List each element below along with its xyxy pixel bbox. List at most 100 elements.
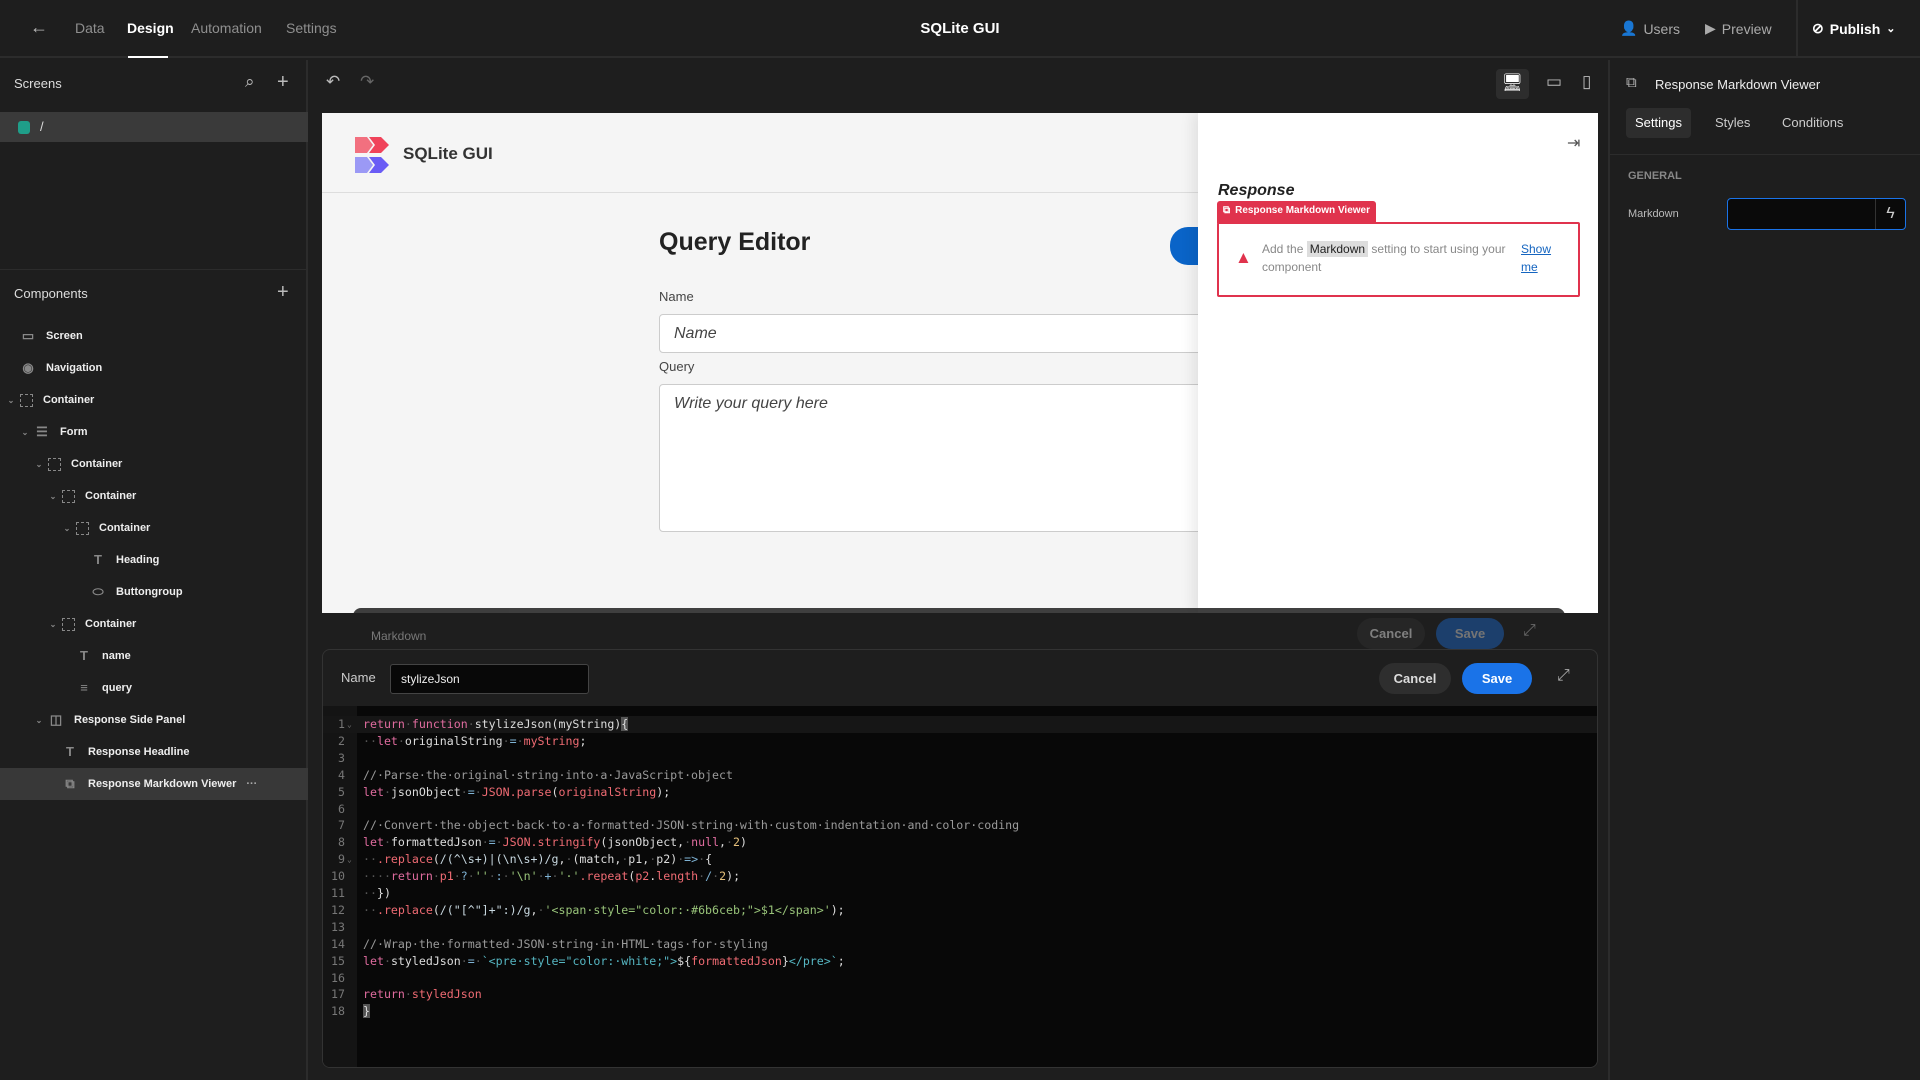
code-token: (	[432, 852, 440, 867]
tree-item[interactable]: ≡ query	[0, 672, 308, 704]
button-icon: ⬭	[92, 584, 104, 599]
code-token: ·	[537, 869, 545, 884]
textarea-icon: ≡	[80, 680, 88, 695]
tablet-icon[interactable]: ▭	[1546, 72, 1562, 92]
code-token: (match,	[572, 852, 622, 867]
tree-item[interactable]: ◉ Navigation	[0, 352, 308, 384]
code-line: 6	[323, 801, 1597, 818]
code-token: .repeat	[579, 869, 629, 884]
show-me-link[interactable]: Show me	[1521, 240, 1561, 276]
tree-item-label: Container	[99, 522, 151, 534]
code-token: ,	[530, 902, 538, 917]
users-button[interactable]: 👤 Users	[1620, 20, 1680, 37]
nav-settings[interactable]: Settings	[286, 20, 337, 36]
code-token: ''	[474, 869, 489, 884]
chevron-down-icon[interactable]: ⌄	[34, 460, 44, 469]
markdown-input[interactable]: ϟ	[1727, 198, 1906, 230]
preview-button[interactable]: ▶ Preview	[1705, 20, 1772, 37]
desktop-icon[interactable]: 🖥	[1496, 69, 1529, 99]
code-token: p2)	[656, 852, 678, 867]
tree-item[interactable]: ⌄ Container	[0, 512, 308, 544]
code-token: );	[830, 902, 845, 917]
chevron-down-icon[interactable]: ⌄	[34, 716, 44, 725]
tree-item[interactable]: ⌄ Container	[0, 448, 308, 480]
tree-item[interactable]: ▭ Screen	[0, 320, 308, 352]
chevron-down-icon[interactable]: ⌄	[20, 428, 30, 437]
back-arrow-icon[interactable]: ←	[30, 17, 48, 38]
tree-item[interactable]: T Heading	[0, 544, 308, 576]
code-token: {	[705, 852, 713, 867]
redo-icon[interactable]: ↷	[360, 72, 374, 92]
search-icon[interactable]: ⌕	[245, 72, 255, 92]
code-token: /("[^"]+":)/g	[439, 902, 531, 917]
close-panel-icon[interactable]: ⇥	[1567, 133, 1580, 153]
code-token: ·	[397, 733, 405, 748]
code-token: }	[363, 1004, 370, 1019]
nav-automation[interactable]: Automation	[191, 20, 262, 36]
mobile-icon[interactable]: ▯	[1582, 72, 1591, 92]
chevron-down-icon[interactable]: ⌄	[62, 524, 72, 533]
publish-button[interactable]: ⊘ Publish ⌄	[1812, 20, 1896, 37]
expand-icon[interactable]: ⤢	[1557, 667, 1570, 685]
chevron-down-icon[interactable]: ⌄	[48, 492, 58, 501]
tree-item[interactable]: ⌄ Container	[0, 384, 308, 416]
code-token: ·	[516, 733, 524, 748]
screen-item[interactable]: /	[0, 112, 308, 142]
code-token: =	[467, 953, 475, 968]
tab-settings[interactable]: Settings	[1626, 108, 1691, 138]
warning-icon: ▲	[1235, 248, 1252, 267]
code-line: 7 //·Convert·the·object·back·to·a·formatt…	[323, 817, 1597, 834]
code-line: 3	[323, 750, 1597, 767]
tree-item-label: Container	[85, 490, 137, 502]
name-placeholder: Name	[674, 325, 717, 342]
publish-off-icon: ⊘	[1812, 20, 1824, 36]
binding-bolt-icon[interactable]: ϟ	[1875, 199, 1905, 229]
function-name-input[interactable]: stylizeJson	[390, 664, 589, 694]
eye-icon: ◉	[22, 360, 34, 375]
tree-item[interactable]: ⌄ ◫ Response Side Panel	[0, 704, 308, 736]
code-line: 8 let·formattedJson·=·JSON.stringify(json…	[323, 834, 1597, 851]
tree-item[interactable]: ⧉ Response Markdown Viewer ···	[0, 768, 308, 800]
save-button[interactable]: Save	[1436, 618, 1504, 649]
tree-item[interactable]: T Response Headline	[0, 736, 308, 768]
tree-item-label: Form	[60, 426, 88, 438]
line-number: 2	[338, 733, 345, 748]
markdown-viewer-icon: ⧉	[65, 776, 75, 791]
add-screen-icon[interactable]: +	[277, 71, 289, 94]
container-icon	[20, 393, 33, 407]
fold-icon[interactable]: ⌄	[347, 716, 352, 733]
code-token: ${	[677, 953, 692, 968]
chevron-down-icon[interactable]: ⌄	[48, 620, 58, 629]
alert-text: Add the Markdown setting to start using …	[1262, 241, 1506, 274]
code-line: 15 let·styledJson·=·`<pre·style="color:·w…	[323, 953, 1597, 970]
code-editor[interactable]: 1 ⌄ return·function·stylizeJson(myString){…	[323, 706, 1597, 1067]
tree-item[interactable]: ⌄ Container	[0, 480, 308, 512]
fold-icon[interactable]: ⌄	[347, 851, 352, 868]
code-token: (	[432, 902, 440, 917]
undo-icon[interactable]: ↶	[326, 72, 340, 92]
add-component-icon[interactable]: +	[277, 281, 289, 304]
code-token: return	[363, 987, 405, 1002]
save-button[interactable]: Save	[1462, 663, 1532, 694]
query-textarea[interactable]: Write your query here	[659, 384, 1259, 532]
code-token: ·	[474, 784, 482, 799]
cancel-button[interactable]: Cancel	[1379, 663, 1451, 694]
nav-data[interactable]: Data	[75, 20, 105, 36]
code-line: 17 return·styledJson	[323, 986, 1597, 1003]
preview-canvas: SQLite GUI Query Editor Name Name Query …	[322, 113, 1598, 613]
code-token: originalString	[558, 784, 657, 799]
name-input[interactable]: Name	[659, 314, 1259, 353]
tree-item[interactable]: ⌄ ☰ Form	[0, 416, 308, 448]
code-token: ·	[453, 869, 461, 884]
nav-design[interactable]: Design	[127, 20, 174, 36]
tree-item-label: Response Headline	[88, 746, 190, 758]
chevron-down-icon[interactable]: ⌄	[6, 396, 16, 405]
cancel-button[interactable]: Cancel	[1357, 618, 1425, 649]
tab-conditions[interactable]: Conditions	[1773, 108, 1852, 138]
tab-styles[interactable]: Styles	[1706, 108, 1759, 138]
tree-item[interactable]: Tname	[0, 640, 308, 672]
expand-icon[interactable]: ⤢	[1523, 622, 1536, 640]
tree-item[interactable]: ⌄ Container	[0, 608, 308, 640]
more-options-icon[interactable]: ···	[246, 778, 257, 790]
tree-item[interactable]: ⬭ Buttongroup	[0, 576, 308, 608]
